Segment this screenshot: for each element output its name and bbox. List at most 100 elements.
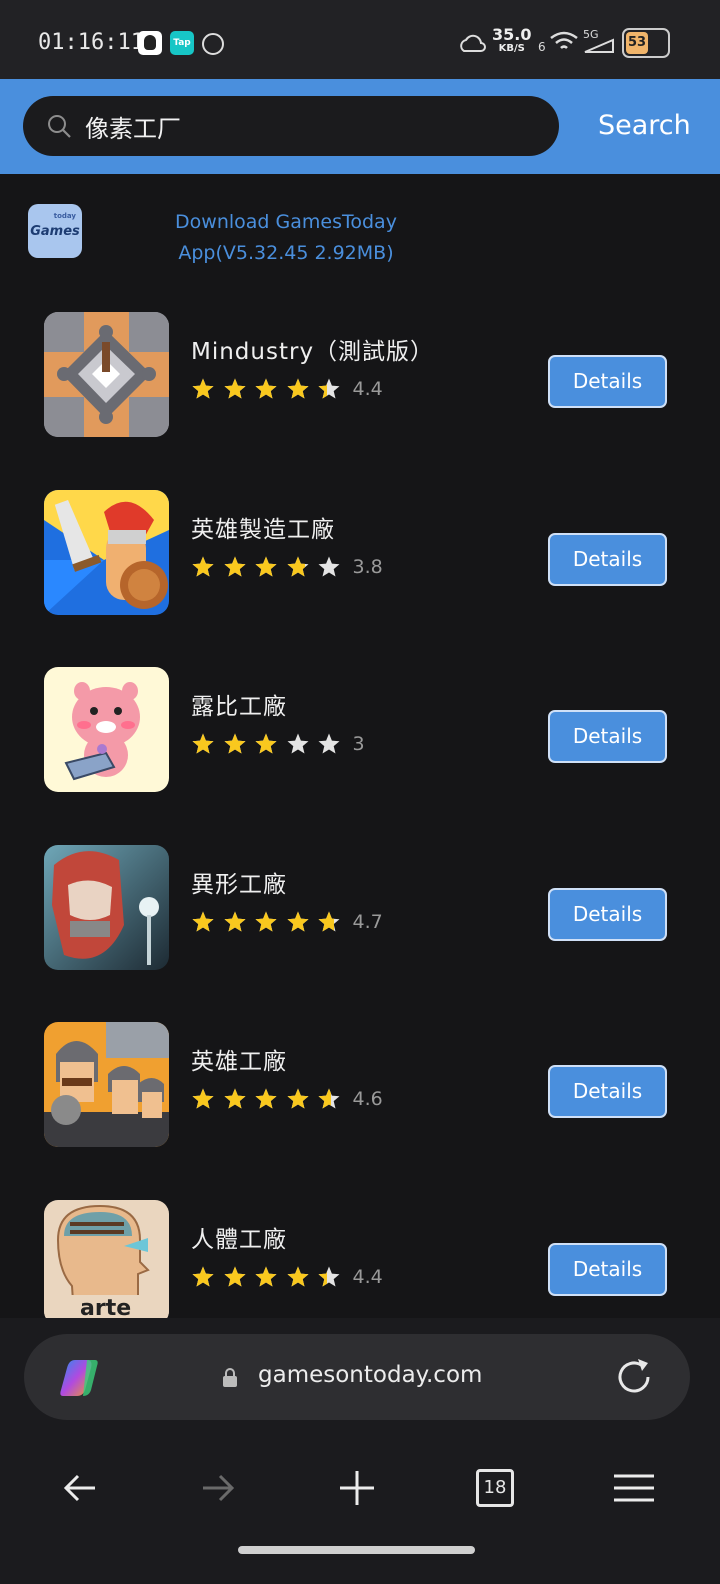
address-bar[interactable]: gamesontoday.com [24, 1334, 690, 1420]
star-icon [223, 1265, 247, 1289]
tabs-button[interactable]: 18 [460, 1453, 530, 1523]
home-indicator[interactable] [238, 1546, 475, 1554]
new-tab-button[interactable] [322, 1453, 392, 1523]
star-icon [223, 732, 247, 756]
rating-stars: 4.7 [191, 909, 383, 935]
star-icon [223, 555, 247, 579]
result-item-alien-factory[interactable]: 異形工廠 4.7 Details [0, 845, 720, 1024]
logo-text: Games [30, 223, 80, 239]
gamestoday-logo: today Games [28, 204, 82, 258]
wifi-icon [550, 31, 578, 49]
star-icon [286, 732, 310, 756]
rating-value: 3 [352, 733, 365, 755]
rating-stars: 3.8 [191, 554, 383, 580]
hero-factory-app-icon [44, 490, 169, 615]
rating-stars: 4.6 [191, 1086, 383, 1112]
mindustry-app-icon [44, 312, 169, 437]
banner-line-1: Download GamesToday [175, 211, 397, 233]
details-button[interactable]: Details [548, 710, 667, 763]
hamburger-menu-icon [614, 1474, 654, 1502]
star-icon [254, 555, 278, 579]
star-icon [254, 910, 278, 934]
swirl-notification-icon [202, 33, 224, 55]
details-button[interactable]: Details [548, 355, 667, 408]
app-name: 人體工廠 [191, 1227, 287, 1253]
star-icon [191, 910, 215, 934]
back-button[interactable] [45, 1453, 115, 1523]
rating-stars: 3 [191, 731, 365, 757]
download-app-link[interactable]: Download GamesToday App(V5.32.45 2.92MB) [170, 207, 402, 269]
banner-line-2: App(V5.32.45 2.92MB) [178, 242, 394, 264]
star-icon [286, 1265, 310, 1289]
star-icon [191, 377, 215, 401]
alien-factory-app-icon [44, 845, 169, 970]
result-item-hero-factory-2[interactable]: 英雄工廠 4.6 Details [0, 1022, 720, 1201]
star-icon [254, 377, 278, 401]
search-input[interactable] [23, 96, 559, 156]
star-icon [286, 555, 310, 579]
star-icon [286, 910, 310, 934]
result-item-mindustry[interactable]: Mindustry（測試版） 4.4 Details [0, 312, 720, 491]
star-icon [191, 555, 215, 579]
details-button[interactable]: Details [548, 888, 667, 941]
rating-value: 4.6 [352, 1088, 383, 1110]
search-icon [48, 115, 71, 138]
rating-value: 4.4 [352, 1266, 383, 1288]
copilot-icon[interactable] [57, 1356, 101, 1398]
star-icon [223, 377, 247, 401]
app-name: Mindustry（測試版） [191, 339, 435, 365]
star-icon [254, 732, 278, 756]
app-name: 英雄工廠 [191, 1049, 287, 1075]
sim-number: 6 [538, 40, 546, 54]
rating-value: 4.7 [352, 911, 383, 933]
menu-button[interactable] [599, 1453, 669, 1523]
star-icon [191, 1087, 215, 1111]
rating-stars: 4.4 [191, 1264, 383, 1290]
rating-value: 4.4 [352, 378, 383, 400]
star-icon [223, 910, 247, 934]
network-speed-unit: KB/S [498, 43, 525, 54]
status-time: 01:16:11 [38, 30, 144, 55]
star-icon [191, 1265, 215, 1289]
forward-arrow-icon [203, 1474, 235, 1502]
tab-count: 18 [476, 1469, 514, 1507]
app-name: 露比工廠 [191, 694, 287, 720]
star-icon [223, 1087, 247, 1111]
app-name: 異形工廠 [191, 872, 287, 898]
star-icon [286, 1087, 310, 1111]
app-name: 英雄製造工廠 [191, 517, 335, 543]
star-icon [286, 377, 310, 401]
qq-notification-icon [138, 31, 162, 55]
star-icon [317, 1265, 341, 1289]
star-icon [191, 732, 215, 756]
taptap-notification-icon: Tap [170, 31, 194, 55]
details-button[interactable]: Details [548, 1243, 667, 1296]
plus-icon [340, 1471, 374, 1505]
status-bar: 01:16:11 Tap 35.0 KB/S 6 5G 53 [0, 0, 720, 79]
battery-level: 53 [626, 32, 648, 54]
star-icon [317, 732, 341, 756]
logo-small-text: today [53, 212, 76, 220]
signal-icon [584, 38, 614, 53]
network-speed: 35.0 KB/S [492, 27, 531, 56]
human-factory-app-icon: arte [44, 1200, 169, 1325]
star-icon [254, 1265, 278, 1289]
star-icon [317, 555, 341, 579]
forward-button[interactable] [183, 1453, 253, 1523]
download-app-banner[interactable]: today Games Download GamesToday App(V5.3… [0, 174, 720, 278]
loopy-factory-app-icon [44, 667, 169, 792]
url-text[interactable]: gamesontoday.com [258, 1362, 482, 1388]
reload-icon[interactable] [614, 1357, 654, 1397]
result-item-hero-factory[interactable]: 英雄製造工廠 3.8 Details [0, 490, 720, 669]
star-icon [317, 1087, 341, 1111]
rating-value: 3.8 [352, 556, 383, 578]
result-item-loopy-factory[interactable]: 露比工廠 3 Details [0, 667, 720, 846]
cloud-sync-icon [460, 34, 486, 52]
search-button[interactable]: Search [598, 110, 691, 141]
details-button[interactable]: Details [548, 1065, 667, 1118]
star-icon [317, 910, 341, 934]
star-icon [254, 1087, 278, 1111]
browser-toolbar: gamesontoday.com 18 [0, 1318, 720, 1584]
details-button[interactable]: Details [548, 533, 667, 586]
battery-icon: 53 [622, 28, 670, 58]
